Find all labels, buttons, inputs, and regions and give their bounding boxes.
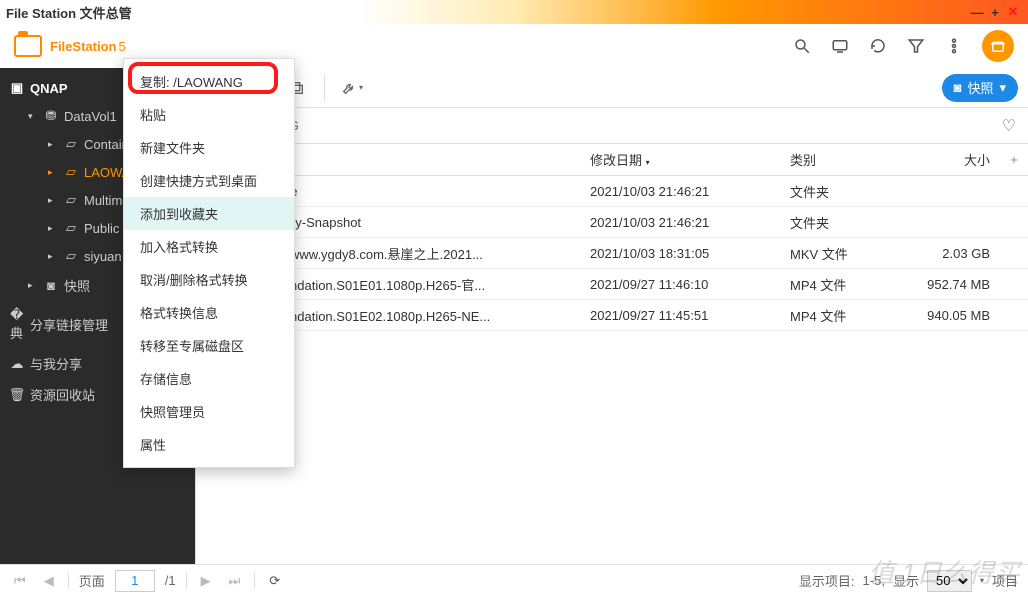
favorite-icon[interactable]: ♡ bbox=[1002, 116, 1016, 136]
prev-page-button[interactable]: ◀ bbox=[40, 573, 58, 589]
trash-icon: 🗑 bbox=[10, 387, 24, 403]
table-row[interactable]: 基地.Foundation.S01E01.1080p.H265-官...2021… bbox=[196, 269, 1028, 300]
cell-type: 文件夹 bbox=[780, 213, 900, 232]
smart-share-icon[interactable] bbox=[982, 30, 1014, 62]
app-version: 5 bbox=[118, 39, 125, 54]
showing-range: 1-5, bbox=[863, 573, 885, 588]
context-menu-item[interactable]: 添加到收藏夹 bbox=[124, 197, 294, 230]
status-bar: ⏮ ◀ 页面 /1 ▶ ⏭ ⟳ 显示项目: 1-5, 显示 50 ▾ 项目 bbox=[0, 564, 1028, 596]
cell-date: 2021/10/03 21:46:21 bbox=[580, 184, 780, 199]
cell-size: 2.03 GB bbox=[900, 246, 1000, 261]
table-row[interactable]: 阳光电影www.ygdy8.com.悬崖之上.2021...2021/10/03… bbox=[196, 238, 1028, 269]
window-titlebar: File Station 文件总管 — + ✕ bbox=[0, 0, 1028, 24]
page-size-select[interactable]: 50 bbox=[927, 570, 972, 592]
cast-icon[interactable] bbox=[830, 36, 850, 56]
column-date[interactable]: 修改日期 ▾ bbox=[580, 150, 780, 169]
chevron-down-icon: ▾ bbox=[999, 80, 1006, 96]
table-row[interactable]: @Recently-Snapshot2021/10/03 21:46:21文件夹 bbox=[196, 207, 1028, 238]
caret-right-icon: ▸ bbox=[48, 223, 58, 234]
caret-right-icon: ▸ bbox=[48, 139, 58, 150]
caret-down-icon: ▾ bbox=[28, 111, 38, 122]
context-menu-item[interactable]: 创建快捷方式到桌面 bbox=[124, 164, 294, 197]
cell-type: MP4 文件 bbox=[780, 275, 900, 294]
first-page-button[interactable]: ⏮ bbox=[10, 573, 30, 589]
folder-icon: ▱ bbox=[64, 220, 78, 236]
close-button[interactable]: ✕ bbox=[1004, 4, 1022, 20]
caret-right-icon: ▸ bbox=[48, 251, 58, 262]
separator bbox=[324, 74, 325, 102]
total-pages: /1 bbox=[165, 573, 176, 588]
context-menu-item[interactable]: 存储信息 bbox=[124, 362, 294, 395]
app-name: FileStation bbox=[50, 39, 116, 54]
cell-size: 952.74 MB bbox=[900, 277, 1000, 292]
tools-button[interactable]: ▾ bbox=[337, 74, 367, 102]
refresh-icon[interactable] bbox=[868, 36, 888, 56]
items-label: 项目 bbox=[992, 571, 1018, 590]
share-icon: �典 bbox=[10, 307, 24, 342]
caret-right-icon: ▸ bbox=[48, 167, 58, 178]
context-menu-item[interactable]: 加入格式转换 bbox=[124, 230, 294, 263]
cell-type: 文件夹 bbox=[780, 182, 900, 201]
page-input[interactable] bbox=[115, 570, 155, 592]
cell-size: 940.05 MB bbox=[900, 308, 1000, 323]
caret-right-icon: ▸ bbox=[48, 195, 58, 206]
context-menu-item[interactable]: 快照管理员 bbox=[124, 395, 294, 428]
next-page-button[interactable]: ▶ bbox=[197, 573, 215, 589]
folder-icon: ▱ bbox=[64, 136, 78, 152]
search-icon[interactable] bbox=[792, 36, 812, 56]
context-menu-item[interactable]: 属性 bbox=[124, 428, 294, 461]
nas-icon: ▣ bbox=[10, 80, 24, 96]
page-label: 页面 bbox=[79, 571, 105, 590]
table-row[interactable]: @Recycle2021/10/03 21:46:21文件夹 bbox=[196, 176, 1028, 207]
folder-icon: ▱ bbox=[64, 248, 78, 264]
toolbar: ▾ ▾ ▾ ◙快照▾ bbox=[196, 68, 1028, 108]
table-row[interactable]: 基地.Foundation.S01E02.1080p.H265-NE...202… bbox=[196, 300, 1028, 331]
filter-icon[interactable] bbox=[906, 36, 926, 56]
folder-icon: ▱ bbox=[64, 192, 78, 208]
folder-icon bbox=[14, 35, 42, 57]
table-header: 名称 修改日期 ▾ 类别 大小 + bbox=[196, 144, 1028, 176]
breadcrumb-bar: ↶ LAOWANG ♡ bbox=[196, 108, 1028, 144]
context-menu-item[interactable]: 复制: /LAOWANG bbox=[124, 65, 294, 98]
snapshot-button[interactable]: ◙快照▾ bbox=[942, 74, 1018, 102]
column-size[interactable]: 大小 bbox=[900, 150, 1000, 169]
cell-type: MP4 文件 bbox=[780, 306, 900, 325]
showing-label: 显示项目: bbox=[799, 571, 855, 590]
content-area: ▾ ▾ ▾ ◙快照▾ ↶ LAOWANG ♡ 名称 修改日期 ▾ 类别 大小 +… bbox=[195, 68, 1028, 564]
context-menu-item[interactable]: 新建文件夹 bbox=[124, 131, 294, 164]
cloud-icon: ☁ bbox=[10, 356, 24, 372]
cell-date: 2021/10/03 21:46:21 bbox=[580, 215, 780, 230]
context-menu-item[interactable]: 格式转换信息 bbox=[124, 296, 294, 329]
context-menu-item[interactable]: 取消/删除格式转换 bbox=[124, 263, 294, 296]
refresh-button[interactable]: ⟳ bbox=[265, 573, 284, 589]
folder-icon: ▱ bbox=[64, 164, 78, 180]
add-column-icon[interactable]: + bbox=[1000, 152, 1028, 167]
cell-date: 2021/09/27 11:46:10 bbox=[580, 277, 780, 292]
disk-icon: ⛃ bbox=[44, 108, 58, 124]
context-menu: 复制: /LAOWANG粘贴新建文件夹创建快捷方式到桌面添加到收藏夹加入格式转换… bbox=[123, 58, 295, 468]
cell-type: MKV 文件 bbox=[780, 244, 900, 263]
app-logo: FileStation5 bbox=[14, 35, 126, 57]
display-label: 显示 bbox=[893, 571, 919, 590]
camera-icon: ◙ bbox=[954, 80, 962, 95]
camera-icon: ◙ bbox=[44, 278, 58, 293]
column-type[interactable]: 类别 bbox=[780, 150, 900, 169]
window-title: File Station 文件总管 bbox=[6, 3, 968, 22]
minimize-button[interactable]: — bbox=[968, 5, 986, 20]
table-body: @Recycle2021/10/03 21:46:21文件夹@Recently-… bbox=[196, 176, 1028, 564]
sort-desc-icon: ▾ bbox=[646, 158, 650, 167]
caret-right-icon: ▸ bbox=[28, 280, 38, 291]
maximize-button[interactable]: + bbox=[986, 5, 1004, 20]
context-menu-item[interactable]: 转移至专属磁盘区 bbox=[124, 329, 294, 362]
last-page-button[interactable]: ⏭ bbox=[225, 573, 245, 589]
cell-date: 2021/09/27 11:45:51 bbox=[580, 308, 780, 323]
cell-date: 2021/10/03 18:31:05 bbox=[580, 246, 780, 261]
header-actions bbox=[792, 30, 1014, 62]
more-icon[interactable] bbox=[944, 36, 964, 56]
context-menu-item[interactable]: 粘贴 bbox=[124, 98, 294, 131]
